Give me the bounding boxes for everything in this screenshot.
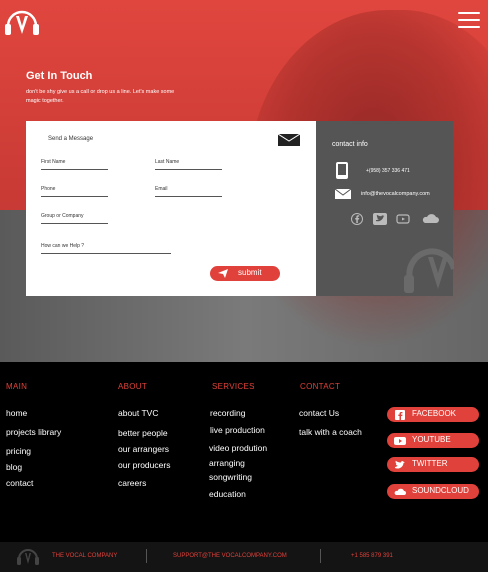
- twitter-icon: [395, 460, 405, 469]
- footer-divider: [146, 549, 147, 563]
- soundcloud-button[interactable]: SOUNDCLOUD: [387, 484, 479, 499]
- contact-info-title: contact info: [332, 141, 368, 148]
- footer-link-careers[interactable]: careers: [118, 478, 146, 488]
- phone-field[interactable]: Phone: [41, 186, 108, 197]
- footer-link-better-people[interactable]: better people: [118, 428, 168, 438]
- footer-main-heading: MAIN: [6, 382, 28, 391]
- mail-icon: [335, 189, 351, 199]
- contact-phone: +(958) 357 336 471: [366, 168, 410, 174]
- footer-logo-icon[interactable]: [16, 545, 40, 567]
- site-footer: MAIN home projects library pricing blog …: [0, 362, 488, 542]
- footer-link-live-production[interactable]: live production: [210, 425, 265, 435]
- facebook-icon[interactable]: [350, 213, 364, 225]
- message-form: Send a Message First Name Last Name Phon…: [26, 121, 316, 296]
- page-title: Get In Touch: [26, 70, 93, 82]
- footer-link-our-producers[interactable]: our producers: [118, 460, 170, 470]
- vocal-company-logo[interactable]: [2, 4, 42, 38]
- footer-link-contact-us[interactable]: contact Us: [299, 408, 339, 418]
- phone-icon: [336, 162, 348, 179]
- footer-link-home[interactable]: home: [6, 408, 27, 418]
- contact-email[interactable]: info@thevocalcompany.com: [361, 191, 430, 197]
- footer-phone[interactable]: +1 585 879 391: [351, 553, 393, 559]
- footer-link-projects-library[interactable]: projects library: [6, 427, 61, 437]
- footer-company-name: THE VOCAL COMPANY: [52, 553, 118, 559]
- footer-link-talk-with-a-coach[interactable]: talk with a coach: [299, 427, 362, 437]
- footer-services-heading: SERVICES: [212, 382, 255, 391]
- envelope-icon: [278, 134, 300, 146]
- hero-section: Get In Touch don't be shy give us a call…: [0, 0, 488, 362]
- footer-link-education[interactable]: education: [209, 489, 246, 499]
- last-name-field[interactable]: Last Name: [155, 159, 222, 170]
- paper-plane-icon: [218, 269, 228, 278]
- soundcloud-icon: [394, 488, 406, 495]
- youtube-icon[interactable]: [396, 213, 410, 225]
- footer-divider: [320, 549, 321, 563]
- footer-link-pricing[interactable]: pricing: [6, 446, 31, 456]
- footer-contact-heading: CONTACT: [300, 382, 341, 391]
- footer-link-recording[interactable]: recording: [210, 408, 245, 418]
- facebook-icon: [395, 410, 405, 420]
- youtube-button[interactable]: YOUTUBE: [387, 433, 479, 448]
- soundcloud-icon[interactable]: [421, 213, 439, 225]
- page-subtitle: don't be shy give us a call or drop us a…: [26, 89, 175, 104]
- footer-support-email[interactable]: SUPPORT@THE VOCALCOMPANY.COM: [173, 553, 287, 559]
- bottom-bar: THE VOCAL COMPANY SUPPORT@THE VOCALCOMPA…: [0, 542, 488, 572]
- hamburger-menu-icon[interactable]: [458, 12, 480, 28]
- help-message-field[interactable]: How can we Help ?: [41, 243, 171, 254]
- footer-about-heading: ABOUT: [118, 382, 148, 391]
- group-company-field[interactable]: Group or Company: [41, 213, 108, 224]
- footer-link-about-tvc[interactable]: about TVC: [118, 408, 158, 418]
- contact-info-panel: contact info +(958) 357 336 471 info@the…: [316, 121, 454, 296]
- footer-link-blog[interactable]: blog: [6, 462, 22, 472]
- footer-link-songwriting[interactable]: songwriting: [209, 472, 252, 482]
- logo-watermark-icon: [404, 248, 454, 293]
- submit-button[interactable]: submit: [210, 266, 280, 281]
- footer-link-contact[interactable]: contact: [6, 478, 33, 488]
- first-name-field[interactable]: First Name: [41, 159, 108, 170]
- youtube-icon: [394, 437, 406, 445]
- footer-link-arranging[interactable]: arranging: [209, 458, 245, 468]
- send-message-label: Send a Message: [48, 136, 94, 142]
- footer-link-our-arrangers[interactable]: our arrangers: [118, 444, 169, 454]
- twitter-button[interactable]: TWITTER: [387, 457, 479, 472]
- twitter-icon[interactable]: [373, 213, 387, 225]
- email-field[interactable]: Email: [155, 186, 222, 197]
- facebook-button[interactable]: FACEBOOK: [387, 407, 479, 422]
- footer-link-video-production[interactable]: video prodution: [209, 443, 267, 453]
